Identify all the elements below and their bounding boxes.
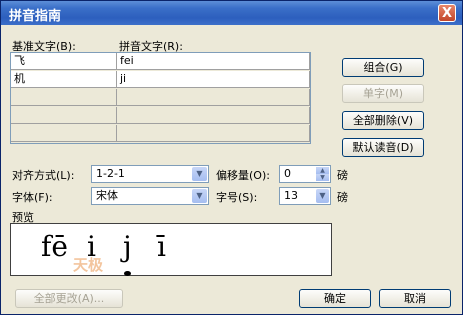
offset-label: 偏移量(O): xyxy=(216,169,270,182)
ok-button[interactable]: 确定 xyxy=(299,289,371,308)
size-label: 字号(S): xyxy=(216,191,258,204)
spin-up-icon[interactable]: ▲ xyxy=(316,167,329,174)
dropdown-arrow-icon[interactable]: ▼ xyxy=(192,167,207,181)
base-text-cell[interactable]: 飞 xyxy=(11,53,117,70)
alignment-label: 对齐方式(L): xyxy=(12,169,75,182)
grid-row xyxy=(11,89,310,107)
alignment-select[interactable]: 1-2-1 ▼ xyxy=(91,165,209,183)
dropdown-arrow-icon[interactable]: ▼ xyxy=(316,189,329,203)
preview-syllable: fē xyxy=(41,230,68,263)
grid-row: 机 ji xyxy=(11,71,310,89)
preview-box: 天极 fē i j ī xyxy=(10,223,332,276)
preview-syllable: j xyxy=(123,230,132,263)
dropdown-arrow-icon[interactable]: ▼ xyxy=(192,189,207,203)
title-bar[interactable]: 拼音指南 X xyxy=(1,1,462,25)
default-reading-button[interactable]: 默认读音(D) xyxy=(342,138,424,157)
group-button[interactable]: 组合(G) xyxy=(342,58,424,77)
grid-row xyxy=(11,125,310,143)
font-value: 宋体 xyxy=(96,189,118,202)
pinyin-text-cell[interactable]: fei xyxy=(117,53,310,70)
offset-value: 0 xyxy=(284,167,291,180)
font-select[interactable]: 宋体 ▼ xyxy=(91,187,209,205)
spin-down-icon[interactable]: ▼ xyxy=(316,174,329,181)
delete-all-button[interactable]: 全部删除(V) xyxy=(342,111,424,130)
base-text-cell[interactable]: 机 xyxy=(11,71,117,88)
pinyin-text-cell xyxy=(117,89,310,106)
cursor-mark xyxy=(124,271,131,276)
offset-spinner[interactable]: 0 ▲ ▼ xyxy=(279,165,331,183)
size-unit: 磅 xyxy=(337,191,348,204)
offset-unit: 磅 xyxy=(337,169,348,182)
base-text-cell xyxy=(11,107,117,124)
grid-row xyxy=(11,107,310,125)
size-value: 13 xyxy=(284,189,298,202)
close-icon[interactable]: X xyxy=(438,4,456,22)
base-text-cell xyxy=(11,125,117,142)
offset-spin-control[interactable]: ▲ ▼ xyxy=(316,167,329,181)
pinyin-text-cell xyxy=(117,107,310,124)
single-char-button[interactable]: 单字(M) xyxy=(342,84,424,103)
cancel-button[interactable]: 取消 xyxy=(379,289,451,308)
change-all-button[interactable]: 全部更改(A)... xyxy=(15,289,123,308)
preview-syllable: i xyxy=(87,230,96,263)
preview-syllable: ī xyxy=(157,230,166,263)
ruby-grid: 飞 fei 机 ji xyxy=(10,52,311,144)
pinyin-text-cell xyxy=(117,125,310,142)
window-title: 拼音指南 xyxy=(9,9,62,24)
pinyin-text-cell[interactable]: ji xyxy=(117,71,310,88)
font-label: 字体(F): xyxy=(12,191,53,204)
base-text-cell xyxy=(11,89,117,106)
grid-row: 飞 fei xyxy=(11,53,310,71)
alignment-value: 1-2-1 xyxy=(96,167,125,180)
size-select[interactable]: 13 ▼ xyxy=(279,187,331,205)
pinyin-guide-dialog: 拼音指南 X 基准文字(B): 拼音文字(R): 飞 fei 机 ji 组合(G… xyxy=(0,0,463,315)
